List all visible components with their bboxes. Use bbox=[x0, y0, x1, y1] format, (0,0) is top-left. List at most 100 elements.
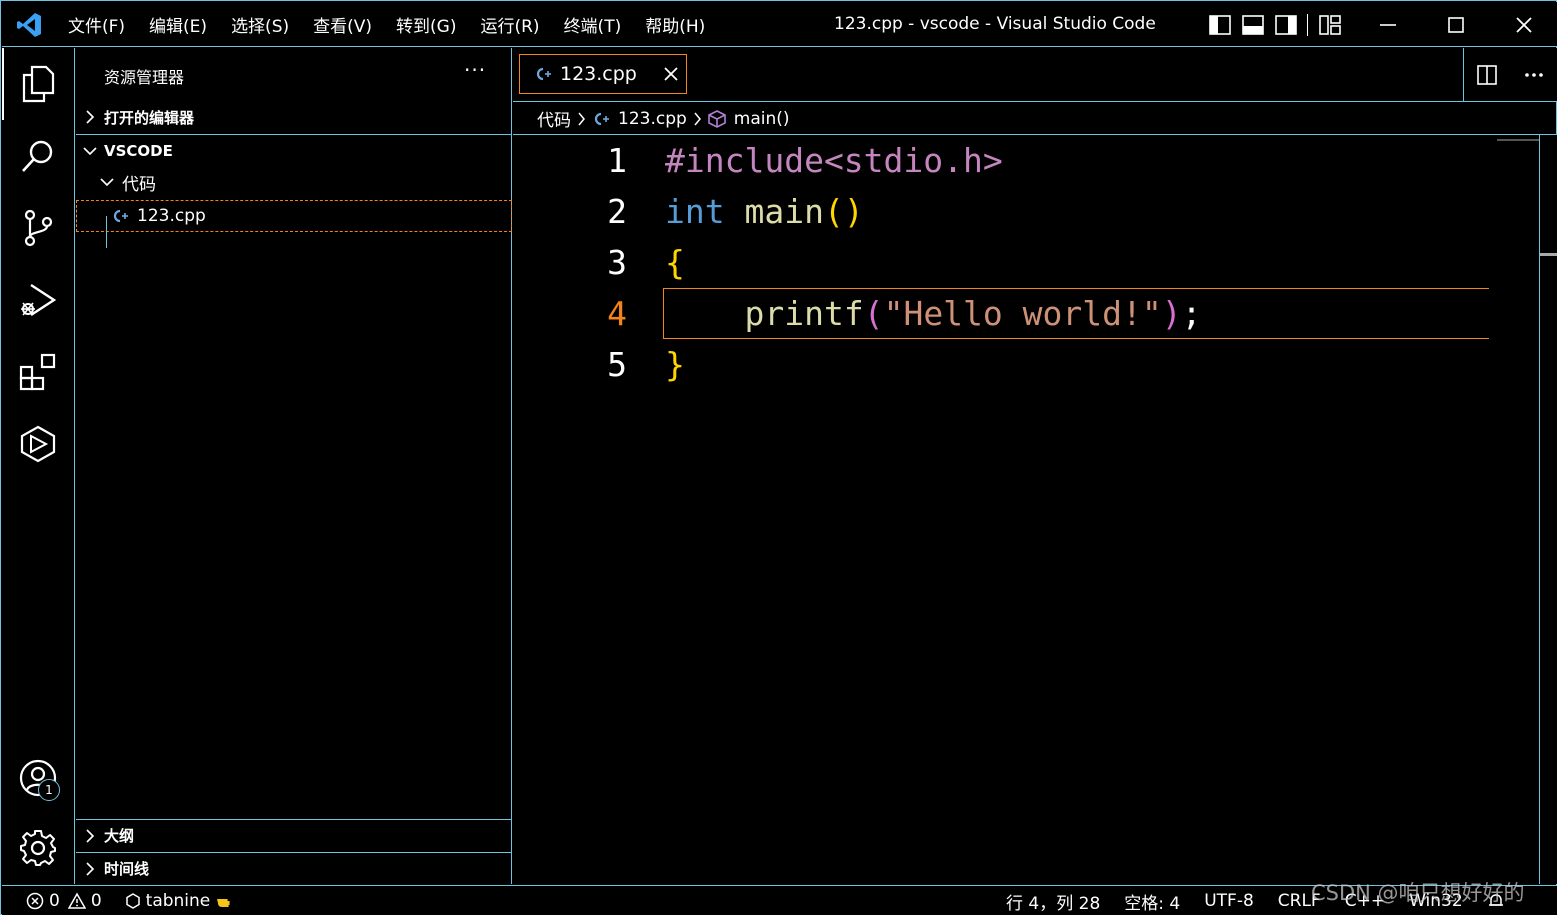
close-window-button[interactable] bbox=[1490, 2, 1557, 47]
method-cube-icon bbox=[707, 109, 726, 128]
problems-indicator[interactable]: 0 0 bbox=[26, 891, 102, 911]
code-token: ( bbox=[863, 294, 884, 333]
timeline-section[interactable]: 时间线 bbox=[76, 852, 512, 884]
folder-item[interactable]: 代码 bbox=[76, 166, 512, 198]
title-bar: 文件(F) 编辑(E) 选择(S) 查看(V) 转到(G) 运行(R) 终端(T… bbox=[2, 2, 1557, 47]
run-debug-icon bbox=[21, 283, 57, 317]
menu-go[interactable]: 转到(G) bbox=[384, 12, 468, 37]
code-text: int main() bbox=[665, 186, 864, 237]
customize-layout-button[interactable] bbox=[1318, 14, 1342, 36]
menu-selection[interactable]: 选择(S) bbox=[219, 12, 301, 37]
explorer-button[interactable] bbox=[2, 48, 74, 120]
layout-separator bbox=[1307, 14, 1308, 36]
code-text: { bbox=[665, 237, 685, 288]
code-line[interactable]: 4 printf("Hello world!"); bbox=[513, 288, 1488, 339]
source-control-icon bbox=[24, 209, 53, 247]
line-number: 3 bbox=[607, 243, 627, 282]
minimize-button[interactable] bbox=[1354, 2, 1422, 47]
indent-guide bbox=[106, 216, 107, 248]
tabnine-icon bbox=[125, 892, 140, 909]
extensions-icon bbox=[19, 353, 56, 391]
explorer-sidebar: 资源管理器 ··· 打开的编辑器 VSCODE 代码 123.cpp 大纲 时间… bbox=[76, 48, 512, 884]
code-token: () bbox=[823, 192, 864, 231]
code-text: } bbox=[665, 339, 685, 390]
breadcrumb: 代码 123.cpp main() bbox=[513, 103, 1557, 135]
code-line[interactable]: 5} bbox=[513, 339, 1488, 390]
timeline-label: 时间线 bbox=[104, 860, 150, 878]
vscode-logo-icon bbox=[17, 13, 41, 37]
menu-edit[interactable]: 编辑(E) bbox=[137, 12, 219, 37]
close-icon bbox=[1516, 16, 1532, 33]
encoding[interactable]: UTF-8 bbox=[1204, 891, 1254, 911]
outline-section[interactable]: 大纲 bbox=[76, 819, 512, 851]
layout-controls bbox=[1208, 14, 1351, 36]
chevron-right-icon bbox=[86, 110, 95, 124]
search-icon bbox=[22, 140, 53, 172]
cpp-file-icon bbox=[113, 209, 128, 223]
folder-label: 代码 bbox=[122, 174, 156, 195]
workspace-section[interactable]: VSCODE bbox=[76, 134, 512, 166]
tabnine-hub-button[interactable] bbox=[2, 408, 74, 480]
tabnine-status[interactable]: tabnine bbox=[125, 891, 237, 911]
breadcrumb-symbol[interactable]: main() bbox=[734, 109, 790, 129]
chevron-down-icon bbox=[100, 178, 114, 187]
menu-run[interactable]: 运行(R) bbox=[468, 12, 551, 37]
menu-bar: 文件(F) 编辑(E) 选择(S) 查看(V) 转到(G) 运行(R) 终端(T… bbox=[56, 2, 717, 47]
line-number: 4 bbox=[607, 294, 627, 333]
more-actions-icon[interactable] bbox=[1524, 72, 1544, 78]
gear-icon bbox=[20, 830, 56, 866]
run-debug-button[interactable] bbox=[2, 264, 74, 336]
accounts-button[interactable]: 1 bbox=[2, 742, 74, 814]
manage-button[interactable] bbox=[2, 812, 74, 884]
panel-bottom-icon bbox=[1242, 15, 1264, 35]
code-line[interactable]: 1 #include<stdio.h> bbox=[513, 135, 1488, 186]
split-editor-icon[interactable] bbox=[1477, 65, 1498, 85]
csdn-watermark: CSDN @咱只想好好的 bbox=[1311, 881, 1525, 905]
search-button[interactable] bbox=[2, 120, 74, 192]
code-line[interactable]: 3{ bbox=[513, 237, 1488, 288]
minimize-icon bbox=[1380, 23, 1396, 26]
line-number: 2 bbox=[607, 192, 627, 231]
menu-file[interactable]: 文件(F) bbox=[56, 12, 137, 37]
toggle-secondary-sidebar-button[interactable] bbox=[1274, 14, 1298, 36]
extensions-button[interactable] bbox=[2, 336, 74, 408]
close-tab-icon[interactable] bbox=[664, 67, 678, 81]
vertical-scrollbar[interactable] bbox=[1539, 135, 1540, 884]
indentation[interactable]: 空格: 4 bbox=[1124, 889, 1180, 914]
source-control-button[interactable] bbox=[2, 192, 74, 264]
toggle-primary-sidebar-button[interactable] bbox=[1208, 14, 1232, 36]
code-text: #include<stdio.h> bbox=[665, 135, 1003, 186]
activity-bar: 1 bbox=[2, 48, 75, 884]
breadcrumb-folder[interactable]: 代码 bbox=[537, 106, 571, 131]
sidebar-title: 资源管理器 bbox=[104, 68, 185, 87]
breadcrumb-file[interactable]: 123.cpp bbox=[618, 109, 687, 129]
sidebar-left-icon bbox=[1209, 15, 1231, 35]
code-token: ) bbox=[1161, 294, 1182, 333]
cursor-position[interactable]: 行 4，列 28 bbox=[1006, 889, 1100, 914]
line-number: 1 bbox=[607, 141, 627, 180]
customize-layout-icon bbox=[1319, 15, 1341, 35]
file-label: 123.cpp bbox=[137, 206, 206, 226]
file-item-selected[interactable]: 123.cpp bbox=[76, 200, 512, 232]
code-line[interactable]: 2 int main() bbox=[513, 186, 1488, 237]
code-token: int bbox=[665, 192, 725, 231]
tabnine-hub-icon bbox=[20, 425, 56, 463]
error-count: 0 bbox=[49, 890, 60, 911]
maximize-button[interactable] bbox=[1422, 2, 1490, 47]
code-text: printf("Hello world!"); bbox=[665, 288, 1201, 339]
chevron-right-icon bbox=[86, 828, 95, 843]
toggle-panel-button[interactable] bbox=[1241, 14, 1265, 36]
menu-view[interactable]: 查看(V) bbox=[301, 12, 384, 37]
code-token: printf bbox=[744, 294, 864, 333]
editor-tab-active[interactable]: 123.cpp bbox=[519, 54, 687, 94]
code-editor[interactable]: 1 #include<stdio.h> 2 int main() 3{4 printf(… bbox=[513, 135, 1557, 884]
chevron-right-icon bbox=[86, 861, 95, 876]
accounts-badge: 1 bbox=[38, 779, 60, 801]
more-actions-button[interactable]: ··· bbox=[464, 58, 486, 82]
chevron-right-icon bbox=[578, 112, 585, 125]
open-editors-section[interactable]: 打开的编辑器 bbox=[76, 101, 512, 133]
menu-help[interactable]: 帮助(H) bbox=[633, 12, 717, 37]
menu-terminal[interactable]: 终端(T) bbox=[552, 12, 634, 37]
editor-tabs-bar: 123.cpp bbox=[513, 48, 1557, 102]
